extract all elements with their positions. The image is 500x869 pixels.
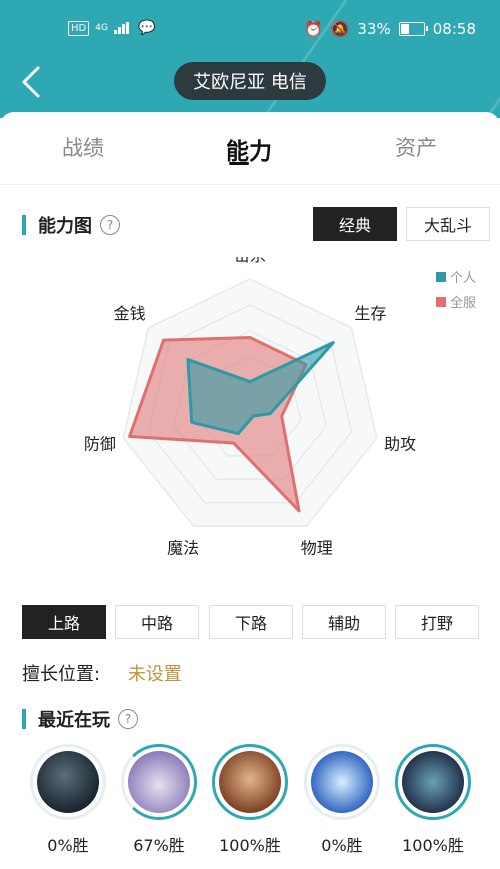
lane-filter: 上路 中路 下路 辅助 打野 [22,605,479,639]
radar-axis-label: 生存 [354,304,386,323]
preferred-position: 擅长位置: 未设置 [22,660,182,686]
hero-card[interactable]: 0%胜 [22,744,114,856]
lane-bot-button[interactable]: 下路 [209,605,293,639]
radar-axis-label: 助攻 [384,434,416,453]
mute-icon: 🔕 [330,20,350,38]
chevron-left-icon [22,66,40,98]
lane-jungle-button[interactable]: 打野 [395,605,479,639]
winrate-ring [395,744,471,820]
hero-card[interactable]: 0%胜 [296,744,388,856]
help-icon[interactable]: ? [118,709,138,729]
back-button[interactable] [18,62,46,102]
wechat-icon: 💬 [137,20,156,36]
winrate-ring [304,744,380,820]
mode-aram-button[interactable]: 大乱斗 [406,207,490,241]
hd-indicator: HD [68,20,90,36]
radar-axis-label: 金钱 [114,304,146,323]
server-title: 艾欧尼亚 电信 [174,62,326,100]
help-icon[interactable]: ? [100,215,120,235]
position-label: 擅长位置: [22,664,101,685]
hero-winrate: 67%胜 [133,836,185,855]
winrate-ring [212,744,288,820]
hero-card[interactable]: 100%胜 [204,744,296,856]
lane-mid-button[interactable]: 中路 [115,605,199,639]
ability-section-title: 能力图 ? [22,212,120,238]
network-type: 4G [95,23,108,33]
hero-card[interactable]: 67%胜 [113,744,205,856]
hero-winrate: 100%胜 [219,836,281,855]
recent-hero-list: 0%胜 67%胜 100%胜 0%胜 100%胜 [0,744,500,869]
radar-axis-label: 防御 [84,434,116,453]
recent-title-text: 最近在玩 [38,710,110,731]
hero-card[interactable]: 100%胜 [387,744,479,856]
hero-winrate: 0%胜 [321,836,363,855]
tab-bar: 战绩 能力 资产 [0,112,500,185]
lane-top-button[interactable]: 上路 [22,605,106,639]
battery-percent: 33% [357,20,391,38]
radar-axis-label: 魔法 [167,539,199,558]
hero-avatar [219,751,281,813]
recent-section-title: 最近在玩 ? [22,706,138,732]
tab-assets[interactable]: 资产 [395,132,437,162]
hero-avatar [402,751,464,813]
position-value[interactable]: 未设置 [128,664,182,685]
mode-classic-button[interactable]: 经典 [313,207,397,241]
radar-axis-label: 击杀 [234,257,266,265]
lane-support-button[interactable]: 辅助 [302,605,386,639]
hero-avatar [37,751,99,813]
radar-axis-label: 物理 [301,539,333,558]
signal-icon [113,22,132,34]
tab-ability[interactable]: 能力 [226,132,272,166]
tab-record[interactable]: 战绩 [62,132,104,162]
content-card: 战绩 能力 资产 能力图 ? 经典 大乱斗 个人 全服 击杀生存助攻物理魔法防御… [0,112,500,866]
hero-avatar [128,751,190,813]
hero-winrate: 100%胜 [402,836,464,855]
clock: 08:58 [432,20,476,38]
app-header: HD 4G 💬 ⏰ 🔕 33% 08:58 艾欧尼亚 电信 [0,0,500,118]
battery-icon [398,22,428,36]
active-tab-indicator [229,162,249,165]
status-bar: HD 4G 💬 ⏰ 🔕 33% 08:58 [0,18,500,44]
winrate-ring [30,744,106,820]
hero-avatar [311,751,373,813]
ability-radar-chart: 击杀生存助攻物理 魔法 防御 金钱 [84,257,416,558]
hero-winrate: 0%胜 [47,836,89,855]
winrate-ring [121,744,197,820]
alarm-icon: ⏰ [304,20,323,38]
ability-title-text: 能力图 [38,216,92,237]
